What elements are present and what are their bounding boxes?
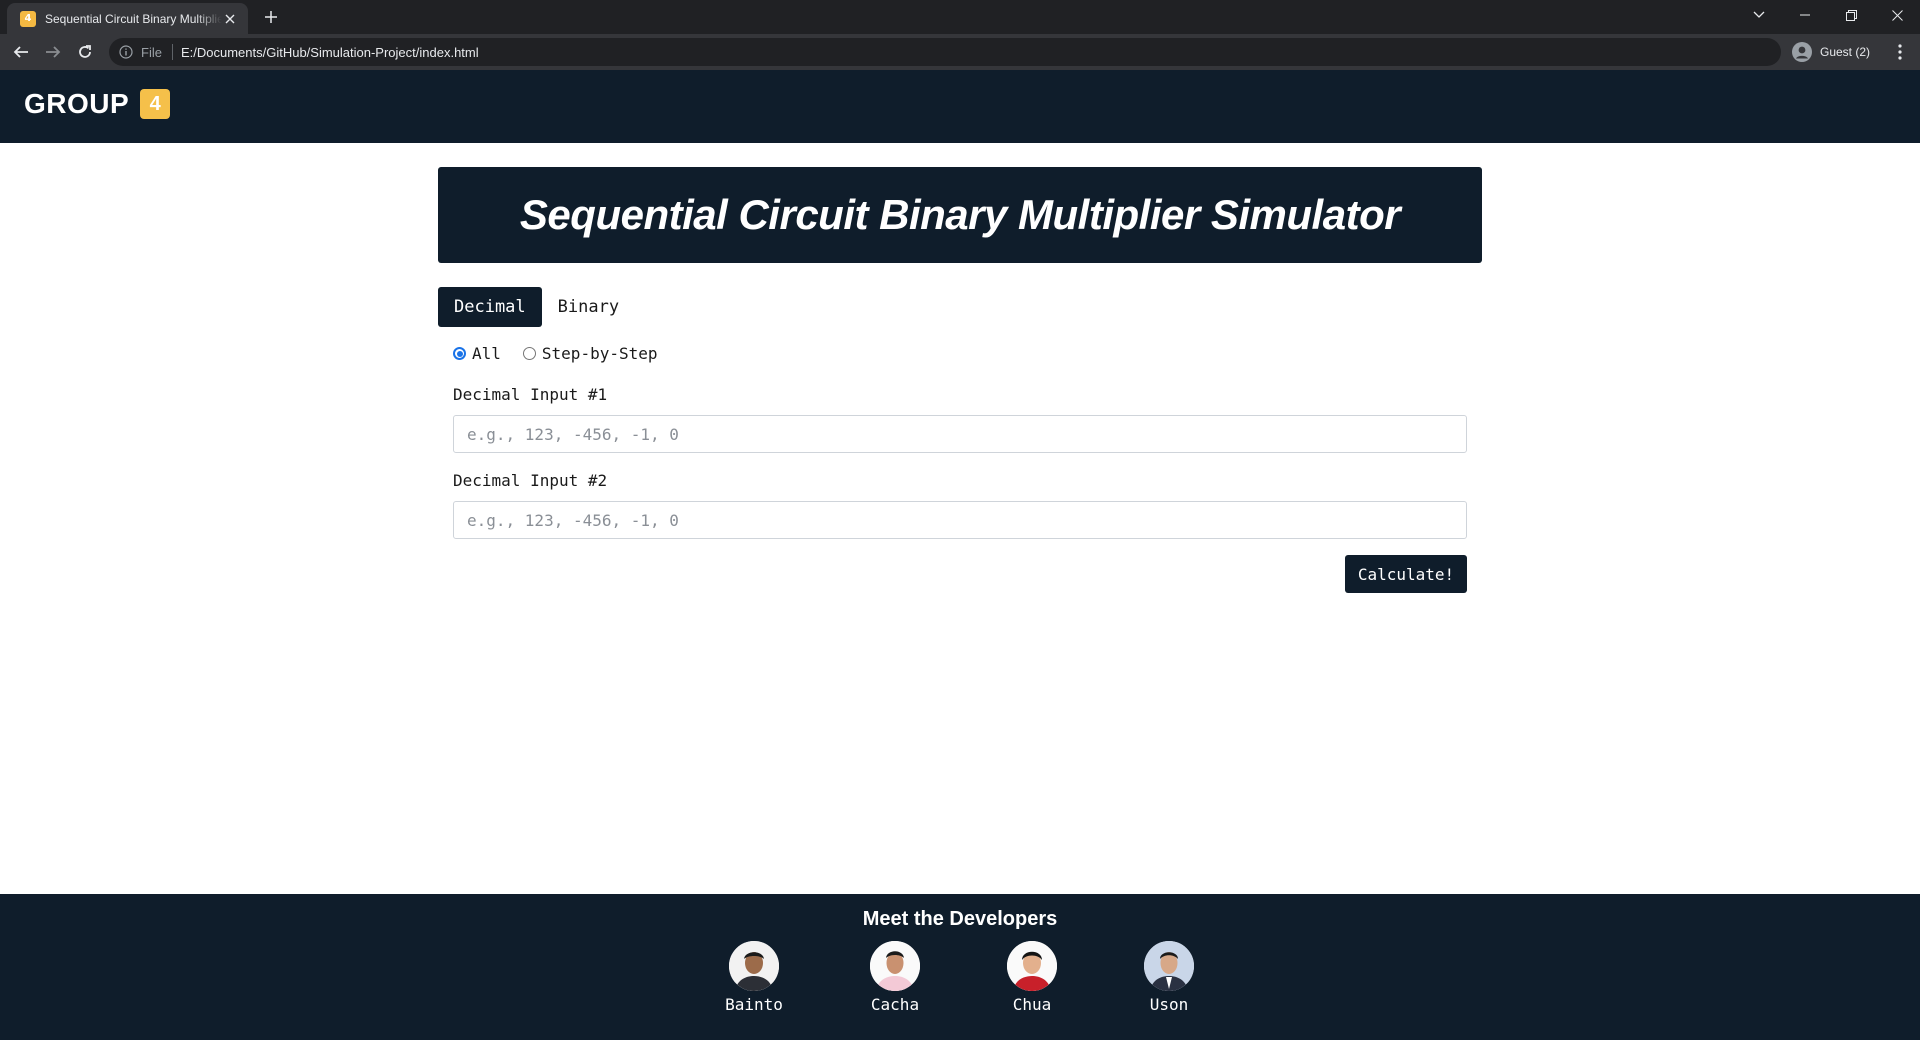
developer-card: Uson bbox=[1109, 941, 1229, 1014]
developer-card: Chua bbox=[972, 941, 1092, 1014]
url-scheme-label: File bbox=[141, 44, 162, 60]
page-title: Sequential Circuit Binary Multiplier Sim… bbox=[519, 191, 1401, 238]
minimize-icon[interactable] bbox=[1782, 0, 1828, 30]
developer-avatar bbox=[1144, 941, 1194, 991]
window-close-icon[interactable] bbox=[1874, 0, 1920, 30]
brand-badge: 4 bbox=[140, 89, 171, 119]
brand-logo[interactable]: GROUP 4 bbox=[24, 88, 171, 120]
developers-footer: Meet the Developers Bainto Cacha Chua Us… bbox=[0, 894, 1920, 1040]
developer-name: Chua bbox=[1012, 995, 1052, 1014]
tab-decimal[interactable]: Decimal bbox=[438, 287, 542, 327]
radio-step-by-step-label: Step-by-Step bbox=[541, 344, 658, 363]
url-divider bbox=[171, 44, 173, 60]
decimal-input-2-label: Decimal Input #2 bbox=[453, 471, 608, 490]
tab-close-icon[interactable] bbox=[222, 11, 238, 27]
browser-tab[interactable]: 4 Sequential Circuit Binary Multiplier S… bbox=[7, 3, 248, 34]
tab-title: Sequential Circuit Binary Multiplier Sim… bbox=[45, 11, 223, 26]
calculate-button[interactable]: Calculate! bbox=[1345, 555, 1467, 593]
developer-name: Cacha bbox=[870, 995, 920, 1014]
browser-tabstrip: 4 Sequential Circuit Binary Multiplier S… bbox=[0, 0, 1920, 34]
display-mode-options: All Step-by-Step bbox=[453, 344, 680, 363]
tab-search-icon[interactable] bbox=[1736, 0, 1782, 30]
site-header: GROUP 4 bbox=[0, 70, 1920, 143]
decimal-input-1-label: Decimal Input #1 bbox=[453, 385, 608, 404]
new-tab-icon[interactable] bbox=[260, 6, 282, 28]
developer-avatar bbox=[1007, 941, 1057, 991]
profile-label: Guest (2) bbox=[1820, 45, 1871, 59]
address-bar[interactable]: File E:/Documents/GitHub/Simulation-Proj… bbox=[109, 38, 1781, 66]
radio-all[interactable] bbox=[453, 347, 466, 360]
brand-text: GROUP bbox=[24, 88, 130, 119]
decimal-input-1[interactable] bbox=[453, 415, 1467, 453]
tab-binary[interactable]: Binary bbox=[542, 287, 635, 327]
profile-avatar-icon bbox=[1792, 42, 1812, 62]
profile-button[interactable]: Guest (2) bbox=[1788, 38, 1880, 66]
info-icon[interactable] bbox=[119, 45, 133, 59]
developer-avatar bbox=[729, 941, 779, 991]
footer-title: Meet the Developers bbox=[862, 908, 1058, 930]
restore-icon[interactable] bbox=[1828, 0, 1874, 30]
back-icon[interactable] bbox=[9, 40, 33, 64]
forward-icon[interactable] bbox=[41, 40, 65, 64]
mode-tabs: Decimal Binary bbox=[438, 287, 635, 327]
more-menu-icon[interactable] bbox=[1888, 40, 1912, 64]
url-text[interactable]: E:/Documents/GitHub/Simulation-Project/i… bbox=[181, 45, 479, 60]
reload-icon[interactable] bbox=[73, 40, 97, 64]
radio-option-all[interactable]: All bbox=[453, 344, 501, 363]
tab-favicon-icon: 4 bbox=[20, 10, 36, 27]
radio-step-by-step[interactable] bbox=[522, 347, 536, 360]
developer-card: Bainto bbox=[694, 941, 814, 1014]
radio-all-label: All bbox=[472, 344, 501, 363]
developer-name: Bainto bbox=[725, 995, 783, 1014]
browser-toolbar: File E:/Documents/GitHub/Simulation-Proj… bbox=[0, 34, 1920, 70]
decimal-input-2[interactable] bbox=[453, 501, 1467, 539]
developer-card: Cacha bbox=[835, 941, 955, 1014]
developer-name: Uson bbox=[1149, 995, 1189, 1014]
developer-avatar bbox=[870, 941, 920, 991]
hero-banner: Sequential Circuit Binary Multiplier Sim… bbox=[438, 167, 1482, 263]
radio-option-step-by-step[interactable]: Step-by-Step bbox=[522, 344, 658, 363]
